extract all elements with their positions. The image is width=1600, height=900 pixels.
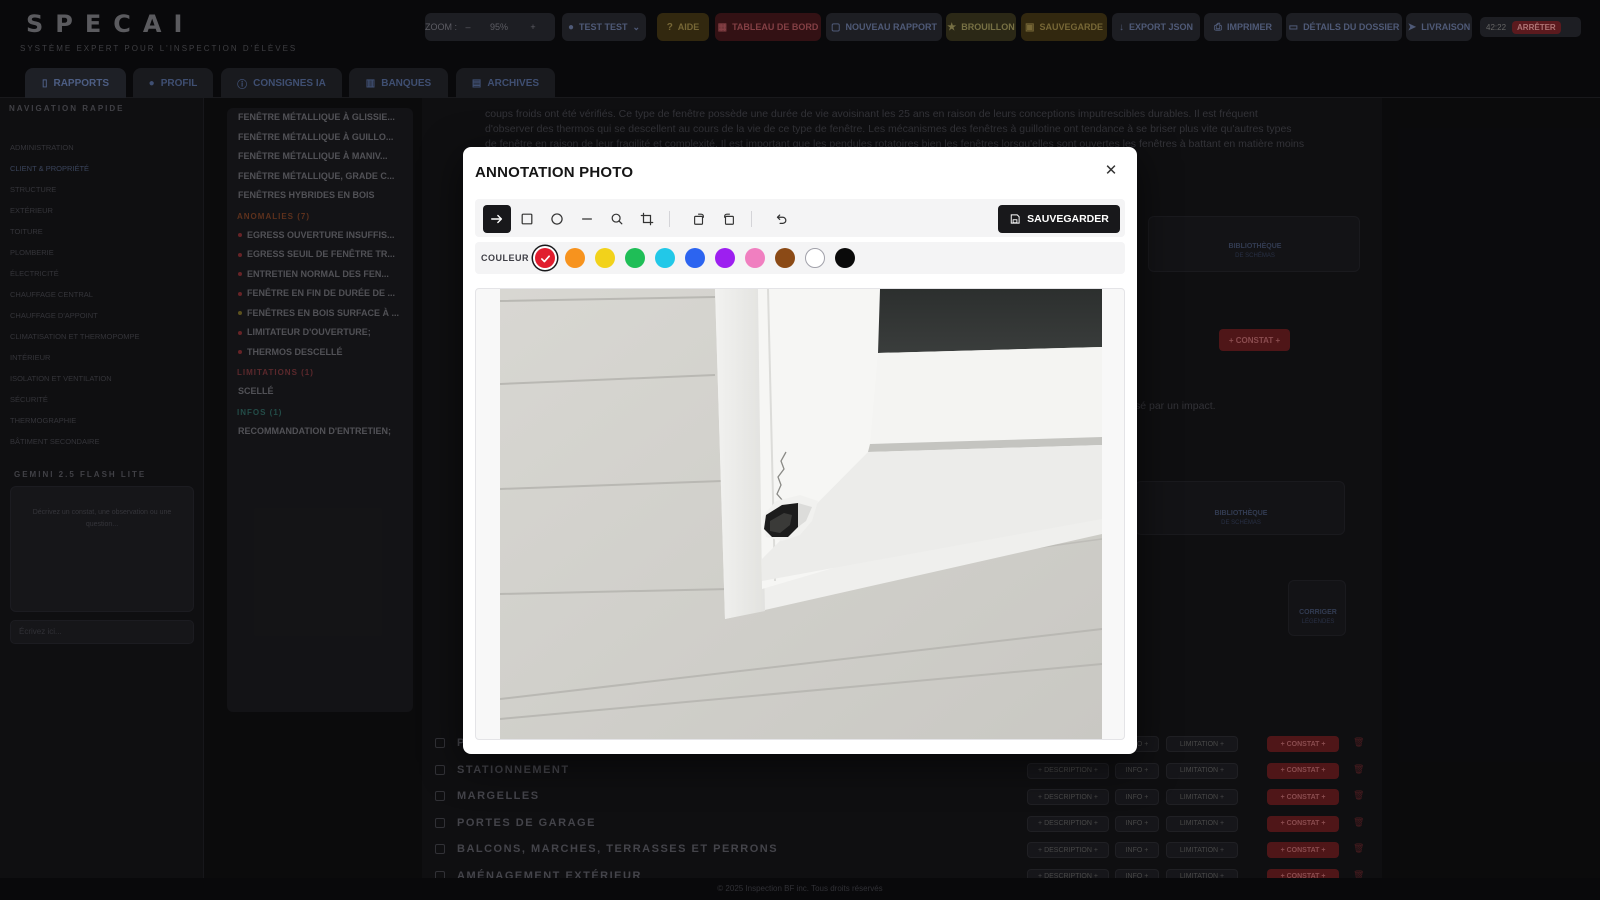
check-icon bbox=[540, 254, 550, 262]
save-annotation-button[interactable]: SAUVEGARDER bbox=[998, 205, 1120, 233]
arrow-right-icon bbox=[491, 214, 503, 224]
save-icon bbox=[1010, 214, 1020, 224]
color-swatch[interactable] bbox=[715, 248, 735, 268]
rotate-right-tool[interactable] bbox=[715, 205, 743, 233]
circle-icon bbox=[551, 213, 563, 225]
annotation-photo[interactable] bbox=[500, 289, 1102, 739]
annotation-canvas[interactable] bbox=[475, 288, 1125, 740]
modal-title: ANNOTATION PHOTO bbox=[475, 164, 634, 181]
color-swatch[interactable] bbox=[805, 248, 825, 268]
arrow-tool[interactable] bbox=[483, 205, 511, 233]
circle-tool[interactable] bbox=[543, 205, 571, 233]
color-swatch[interactable] bbox=[655, 248, 675, 268]
photo-annotation-modal: ANNOTATION PHOTO ✕ SAUVEGARDER COULEUR bbox=[463, 147, 1137, 754]
color-swatch[interactable] bbox=[625, 248, 645, 268]
undo-icon bbox=[776, 214, 787, 224]
color-palette: COULEUR bbox=[475, 242, 1125, 274]
rotate-left-tool[interactable] bbox=[685, 205, 713, 233]
color-label: COULEUR bbox=[481, 253, 529, 263]
crop-tool[interactable] bbox=[633, 205, 661, 233]
minus-icon bbox=[582, 218, 592, 220]
toolbar-divider bbox=[751, 211, 752, 227]
rotate-right-icon bbox=[724, 213, 734, 225]
rectangle-tool[interactable] bbox=[513, 205, 541, 233]
color-swatch[interactable] bbox=[535, 248, 555, 268]
color-swatch[interactable] bbox=[595, 248, 615, 268]
line-tool[interactable] bbox=[573, 205, 601, 233]
save-annotation-label: SAUVEGARDER bbox=[1027, 213, 1109, 225]
toolbar-divider bbox=[669, 211, 670, 227]
color-swatch[interactable] bbox=[685, 248, 705, 268]
color-swatch[interactable] bbox=[775, 248, 795, 268]
color-swatch[interactable] bbox=[835, 248, 855, 268]
damaged-window-photo bbox=[500, 289, 1102, 739]
magnifier-icon bbox=[611, 213, 623, 225]
crop-icon bbox=[640, 212, 654, 226]
rotate-left-icon bbox=[694, 213, 704, 225]
zoom-tool[interactable] bbox=[603, 205, 631, 233]
close-icon[interactable]: ✕ bbox=[1103, 163, 1119, 179]
color-swatch[interactable] bbox=[745, 248, 765, 268]
square-icon bbox=[521, 213, 533, 225]
annotation-toolbar: SAUVEGARDER bbox=[475, 199, 1125, 237]
undo-tool[interactable] bbox=[767, 205, 795, 233]
color-swatch[interactable] bbox=[565, 248, 585, 268]
